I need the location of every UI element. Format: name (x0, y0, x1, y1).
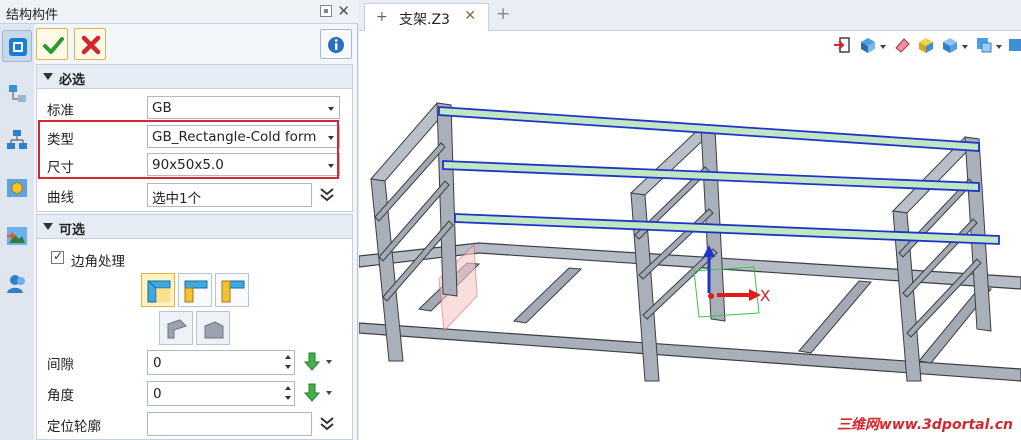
standard-value: GB (152, 100, 172, 116)
standard-row: 标准 GB (37, 93, 354, 121)
3d-viewport[interactable]: X 三维网www.3dportal.cn (359, 31, 1021, 440)
pin-icon[interactable] (320, 5, 332, 17)
corner-butt1-button[interactable] (178, 273, 212, 307)
pick-value-icon[interactable] (303, 352, 333, 372)
document-plus-icon: + (376, 9, 388, 25)
corner-treatment-row: 边角处理 (37, 245, 354, 273)
optional-section-label: 可选 (59, 223, 86, 238)
cancel-x-icon (81, 35, 101, 55)
corner-treatment-label: 边角处理 (71, 254, 125, 270)
angle-input[interactable]: 0 (147, 381, 295, 406)
structure-member-panel: 结构构件 ✕ 必选 标准 GB 类型 GB_Rectangle-Cold for… (0, 0, 358, 440)
document-tab[interactable]: + 支架.Z3 ✕ (364, 3, 489, 31)
corner-trim2-button[interactable] (196, 311, 230, 345)
corner-trim2-icon (204, 321, 224, 339)
frame-model (359, 102, 1021, 382)
angle-row: 角度 0 (37, 378, 354, 406)
spin-down-icon[interactable] (285, 365, 291, 369)
pick-value-icon[interactable] (303, 383, 333, 403)
corner-miter-button[interactable] (141, 273, 175, 307)
panel-title: 结构构件 (6, 8, 59, 23)
side-tab-strip (0, 24, 34, 440)
spin-up-icon[interactable] (285, 355, 291, 359)
curve-value: 选中1个 (152, 191, 202, 207)
required-section-label: 必选 (59, 73, 86, 88)
expand-chevron-icon[interactable] (318, 414, 336, 432)
curve-row: 曲线 选中1个 (37, 180, 354, 208)
watermark: 三维网www.3dportal.cn (836, 417, 1013, 433)
corner-treatment-checkbox[interactable] (51, 249, 64, 264)
optional-section-header[interactable]: 可选 (37, 215, 352, 239)
locate-profile-label: 定位轮廓 (47, 419, 101, 435)
corner-butt2-button[interactable] (215, 273, 249, 307)
gap-row: 间隙 0 (37, 347, 354, 375)
cancel-button[interactable] (74, 28, 106, 60)
gap-input[interactable]: 0 (147, 350, 295, 375)
user-tab[interactable] (2, 268, 32, 300)
angle-label: 角度 (47, 388, 74, 404)
part-tab[interactable] (2, 172, 32, 204)
import-image-icon (7, 227, 27, 245)
info-icon (328, 37, 344, 53)
optional-section: 可选 边角处理 (36, 214, 353, 440)
checkmark-icon (43, 37, 64, 54)
corner-trim1-button[interactable] (159, 311, 193, 345)
tab-close-icon[interactable]: ✕ (464, 8, 476, 24)
info-button[interactable] (320, 29, 352, 59)
structure-member-icon (9, 38, 27, 56)
corner-trim1-icon (167, 319, 187, 339)
new-tab-button[interactable]: + (496, 4, 510, 24)
locate-profile-row: 定位轮廓 (37, 409, 354, 437)
curve-input[interactable]: 选中1个 (147, 183, 312, 207)
x-axis-label: X (760, 287, 771, 305)
panel-content: 必选 标准 GB 类型 GB_Rectangle-Cold form 尺寸 90… (34, 24, 357, 440)
standard-select[interactable]: GB (147, 96, 340, 119)
collapse-triangle-icon (43, 223, 53, 230)
document-tab-name: 支架.Z3 (399, 12, 450, 28)
corner-miter-icon (147, 280, 171, 303)
ok-button[interactable] (36, 28, 68, 60)
panel-close-icon[interactable]: ✕ (337, 2, 350, 20)
part-cube-icon (7, 179, 27, 197)
gap-value: 0 (153, 355, 162, 371)
spin-up-icon[interactable] (285, 386, 291, 390)
collapse-triangle-icon (43, 73, 53, 80)
dropdown-arrow-icon (328, 107, 334, 111)
highlight-box (38, 120, 339, 179)
standard-label: 标准 (47, 103, 74, 119)
user-icon (7, 275, 25, 293)
action-bar (34, 24, 357, 64)
angle-value: 0 (153, 386, 162, 402)
hierarchy-icon (7, 130, 27, 149)
corner-butt2-icon (221, 280, 245, 303)
import-image-tab[interactable] (2, 220, 32, 252)
panel-titlebar: 结构构件 ✕ (0, 0, 358, 24)
corner-butt1-icon (184, 280, 208, 303)
hierarchy-tab[interactable] (2, 124, 32, 156)
expand-chevron-icon[interactable] (318, 185, 336, 203)
curve-label: 曲线 (47, 190, 74, 206)
tree-tab[interactable] (2, 78, 32, 110)
document-tabbar: + 支架.Z3 ✕ + (359, 0, 1021, 31)
structure-member-tab[interactable] (2, 30, 32, 62)
tree-icon (9, 85, 26, 102)
required-section-header[interactable]: 必选 (37, 65, 352, 89)
locate-profile-input[interactable] (147, 412, 312, 436)
spin-down-icon[interactable] (285, 396, 291, 400)
gap-label: 间隙 (47, 357, 74, 373)
